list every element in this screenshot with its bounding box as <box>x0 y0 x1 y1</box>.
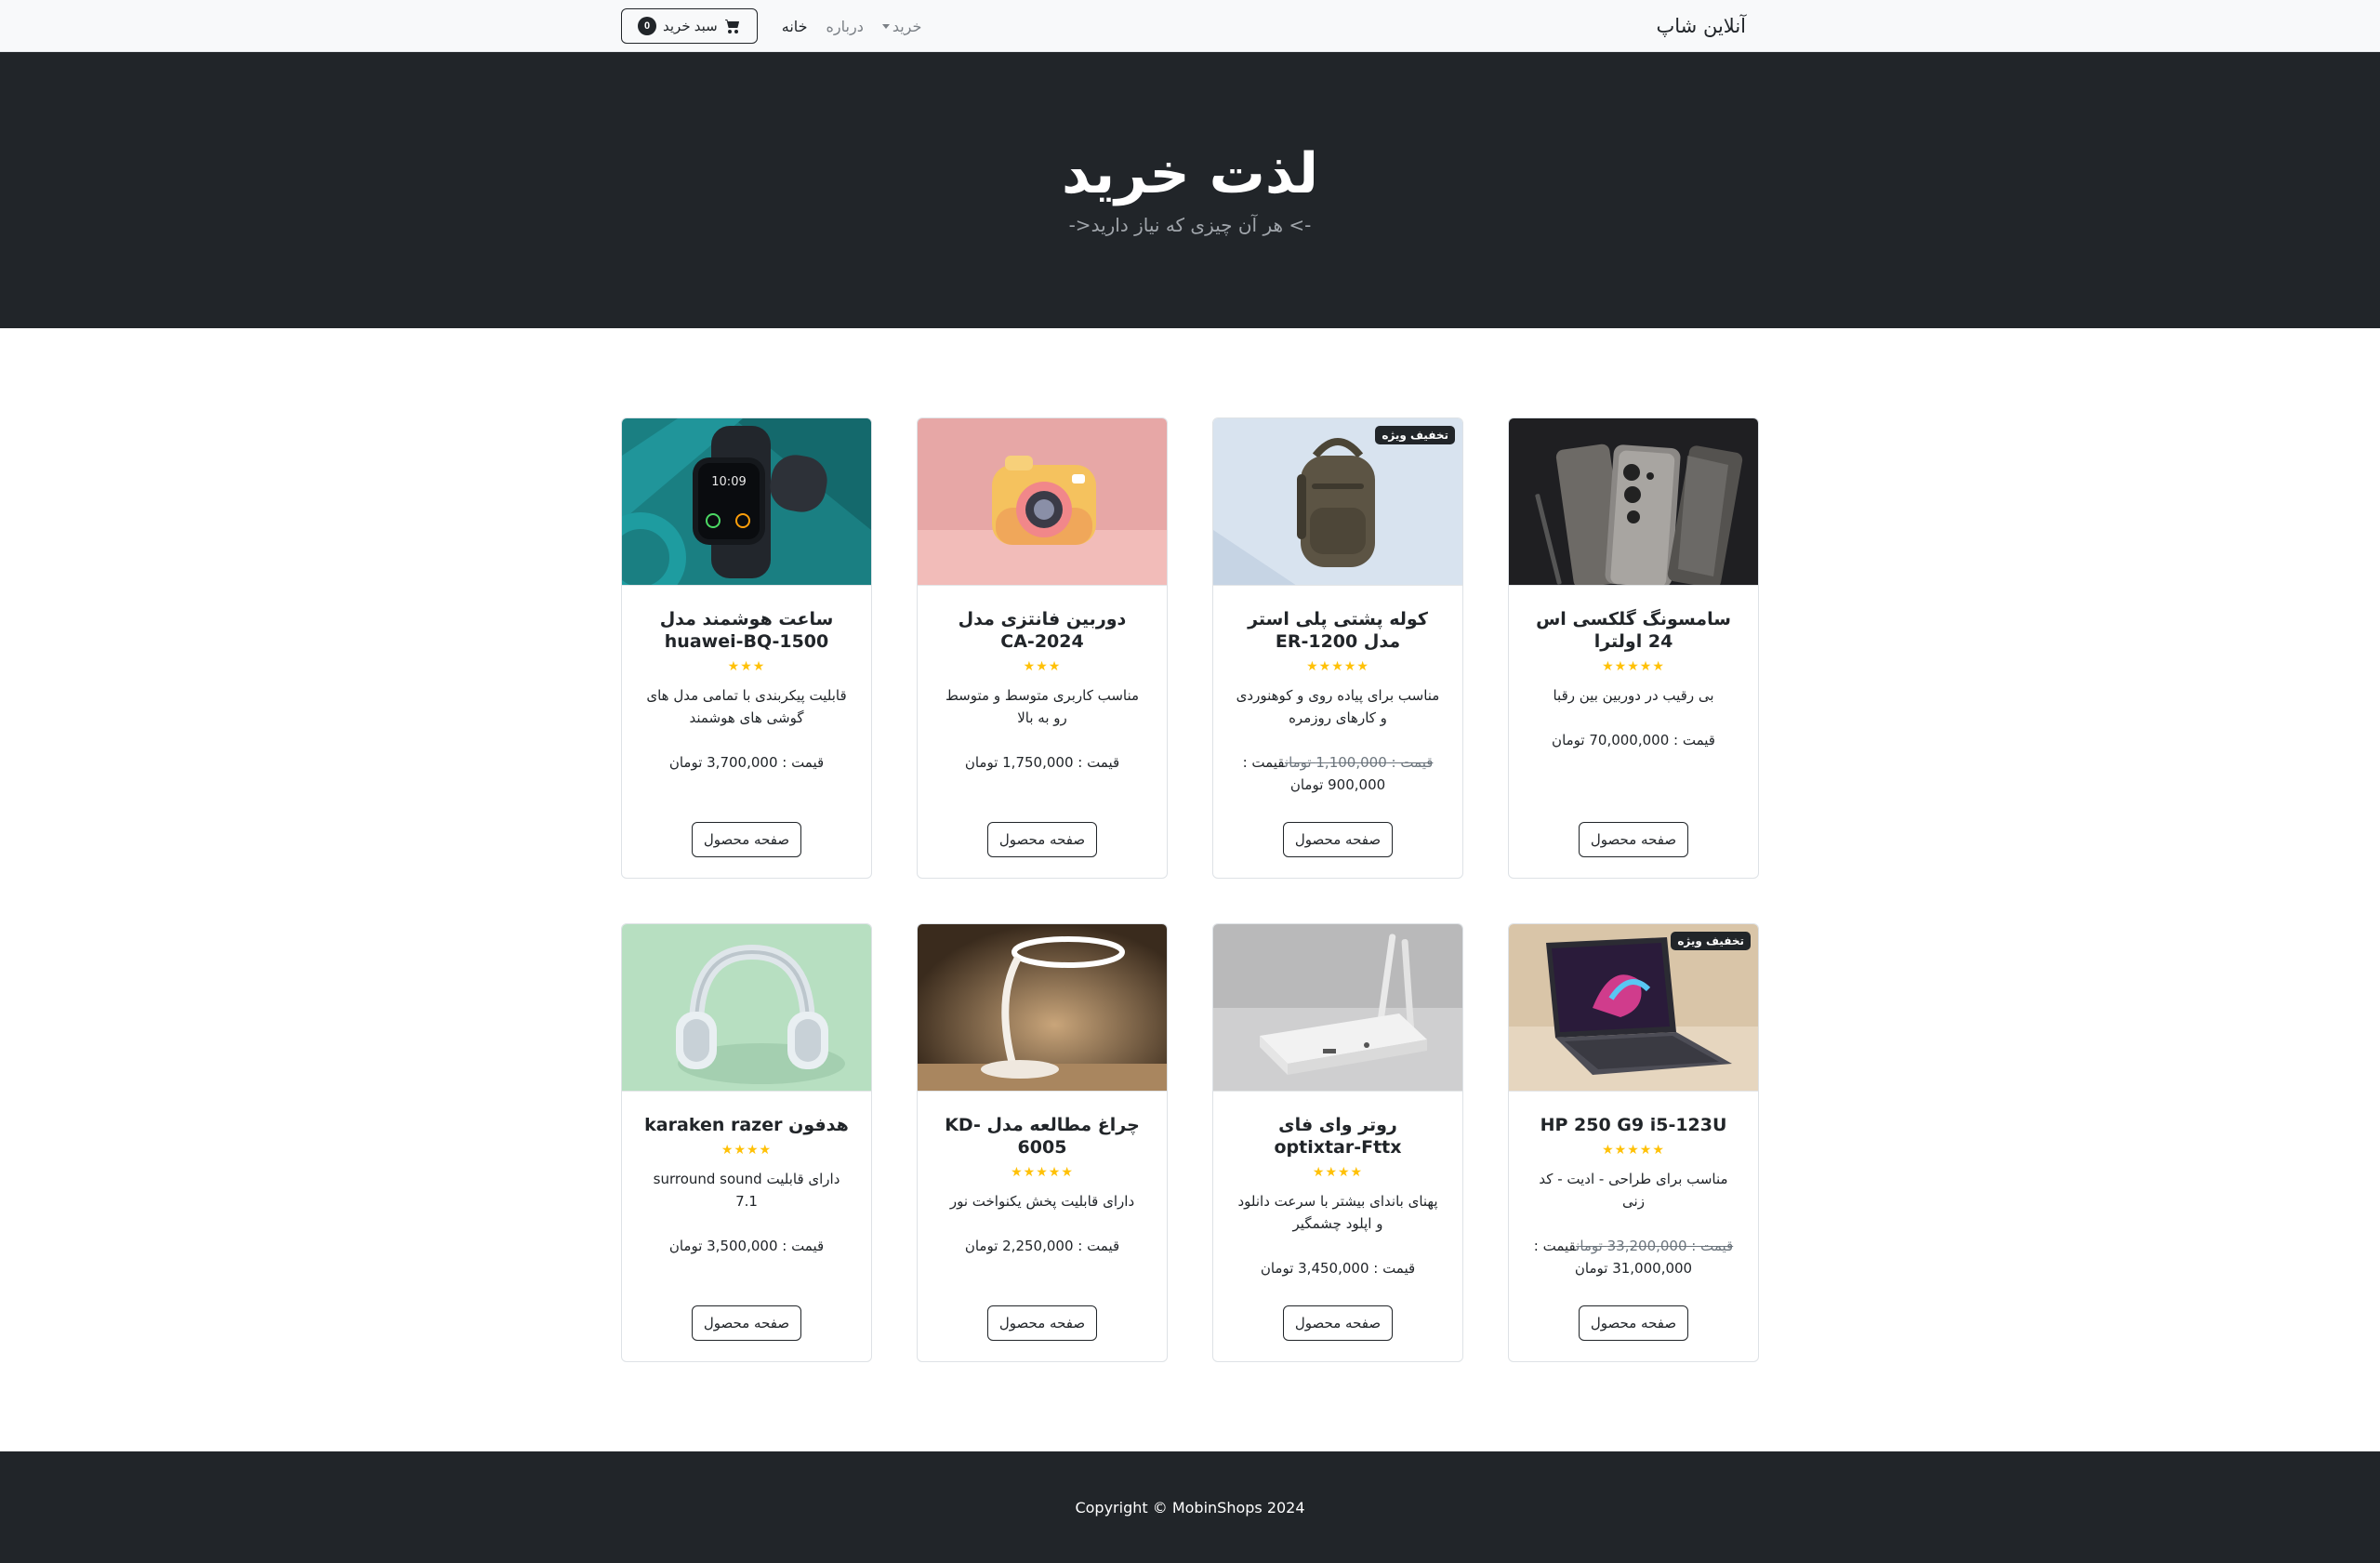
hero-subtitle: -> هر آن چیزی که نیاز دارید<- <box>1068 214 1312 236</box>
product-title: روتر وای فای optixtar-Fttx <box>1274 1115 1402 1158</box>
product-title: کوله پشتی پلی استر مدل ER-1200 <box>1248 609 1428 652</box>
router-image <box>1213 924 1462 1092</box>
nav-link-home[interactable]: خانه <box>782 18 808 35</box>
cart-count-badge: 0 <box>638 17 656 35</box>
product-description: دارای قابلیت surround sound 7.1 <box>653 1171 840 1210</box>
product-card: روتر وای فای optixtar-Fttx ★★★★ پهنای با… <box>1212 923 1463 1362</box>
samsung-phone-image <box>1509 418 1758 586</box>
star-rating: ★★★ <box>1023 659 1062 674</box>
backpack-image: تخفیف ویژه <box>1213 418 1462 586</box>
product-card: دوربین فانتزی مدل CA-2024 ★★★ مناسب کارب… <box>917 417 1168 879</box>
sale-badge: تخفیف ویژه <box>1671 932 1751 950</box>
star-rating: ★★★★ <box>1312 1165 1364 1180</box>
product-description: قابلیت پیکربندی با تمامی مدل های گوشی ها… <box>646 687 847 726</box>
product-card: 10:09 ساعت هوشمند مدل huawei-BQ-1500 ★★★… <box>621 417 872 879</box>
product-price: قیمت : 70,000,000 تومان <box>1531 729 1736 751</box>
nav-dropdown-shop-label: خرید <box>892 17 922 35</box>
star-rating: ★★★★ <box>721 1143 773 1158</box>
product-card: چراغ مطالعه مدل KD-6005 ★★★★★ دارای قابل… <box>917 923 1168 1362</box>
product-price: قیمت : 3,700,000 تومان <box>644 751 849 774</box>
current-price: قیمت : 1,750,000 تومان <box>964 754 1120 771</box>
footer: Copyright © MobinShops 2024 <box>0 1451 2380 1563</box>
headphones-image <box>622 924 871 1092</box>
star-rating: ★★★★★ <box>1011 1165 1074 1180</box>
product-page-button[interactable]: صفحه محصول <box>1282 1305 1394 1341</box>
product-price: قیمت : 3,500,000 تومان <box>644 1235 849 1257</box>
current-price: قیمت : 3,450,000 تومان <box>1260 1260 1416 1277</box>
product-card: تخفیف ویژه کوله پشتی پلی استر مدل ER-120… <box>1212 417 1463 879</box>
cart-button[interactable]: سبد خرید 0 <box>621 8 758 44</box>
star-rating: ★★★ <box>727 659 766 674</box>
hero-title: لذت خرید <box>1061 141 1319 206</box>
old-price: قیمت : 33,200,000 تومان <box>1576 1238 1734 1254</box>
product-page-button[interactable]: صفحه محصول <box>986 822 1098 857</box>
product-price: قیمت : 33,200,000 تومانقیمت : 31,000,000… <box>1531 1235 1736 1279</box>
product-card: سامسونگ گلکسی اس 24 اولترا ★★★★★ بی رقیب… <box>1508 417 1759 879</box>
sale-badge: تخفیف ویژه <box>1375 426 1455 444</box>
svg-text:10:09: 10:09 <box>711 475 746 489</box>
product-description: مناسب کاربری متوسط و متوسط رو به بالا <box>945 687 1140 726</box>
brand-link[interactable]: آنلاین شاپ <box>1657 15 1746 37</box>
product-description: بی رقیب در دوربین بین رقبا <box>1553 687 1714 704</box>
toy-camera-image <box>918 418 1167 586</box>
navbar: آنلاین شاپ خانه درباره خرید سبد خرید 0 <box>0 0 2380 52</box>
current-price: قیمت : 70,000,000 تومان <box>1552 732 1715 748</box>
star-rating: ★★★★★ <box>1602 1143 1665 1158</box>
product-description: مناسب برای پیاده روی و کوهنوردی و کارهای… <box>1236 687 1440 726</box>
current-price: قیمت : 2,250,000 تومان <box>964 1238 1120 1254</box>
product-page-button[interactable]: صفحه محصول <box>986 1305 1098 1341</box>
cart-icon <box>724 20 739 33</box>
product-title: دوربین فانتزی مدل CA-2024 <box>958 609 1127 652</box>
product-card: هدفون karaken razer ★★★★ دارای قابلیت su… <box>621 923 872 1362</box>
product-page-button[interactable]: صفحه محصول <box>1578 1305 1689 1341</box>
product-price: قیمت : 3,450,000 تومان <box>1236 1257 1440 1279</box>
hero-header: لذت خرید -> هر آن چیزی که نیاز دارید<- <box>0 52 2380 328</box>
product-page-button[interactable]: صفحه محصول <box>691 822 802 857</box>
product-description: پهنای باندای بیشتر با سرعت دانلود و اپلو… <box>1237 1193 1438 1232</box>
product-price: قیمت : 1,750,000 تومان <box>940 751 1144 774</box>
product-title: هدفون karaken razer <box>644 1115 849 1135</box>
product-description: مناسب برای طراحی - ادیت - کد زنی <box>1539 1171 1728 1210</box>
cart-label: سبد خرید <box>663 19 718 34</box>
current-price: قیمت : 3,700,000 تومان <box>668 754 825 771</box>
nav-dropdown-shop[interactable]: خرید <box>881 17 922 35</box>
product-card: تخفیف ویژه HP 250 G9 i5-123U ★★★★★ مناسب… <box>1508 923 1759 1362</box>
product-page-button[interactable]: صفحه محصول <box>691 1305 802 1341</box>
nav-link-about[interactable]: درباره <box>826 18 864 35</box>
star-rating: ★★★★★ <box>1306 659 1369 674</box>
desk-lamp-image <box>918 924 1167 1092</box>
product-page-button[interactable]: صفحه محصول <box>1578 822 1689 857</box>
product-price: قیمت : 1,100,000 تومانقیمت : 900,000 توم… <box>1236 751 1440 796</box>
product-title: ساعت هوشمند مدل huawei-BQ-1500 <box>659 609 834 652</box>
laptop-image: تخفیف ویژه <box>1509 924 1758 1092</box>
smartwatch-image: 10:09 <box>622 418 871 586</box>
old-price: قیمت : 1,100,000 تومان <box>1284 754 1434 771</box>
product-page-button[interactable]: صفحه محصول <box>1282 822 1394 857</box>
product-description: دارای قابلیت پخش یکنواخت نور <box>949 1193 1135 1210</box>
product-grid: سامسونگ گلکسی اس 24 اولترا ★★★★★ بی رقیب… <box>621 417 1759 1362</box>
product-title: HP 250 G9 i5-123U <box>1540 1115 1727 1135</box>
star-rating: ★★★★★ <box>1602 659 1665 674</box>
product-price: قیمت : 2,250,000 تومان <box>940 1235 1144 1257</box>
copyright-text: Copyright © MobinShops 2024 <box>1075 1498 1305 1517</box>
current-price: قیمت : 3,500,000 تومان <box>668 1238 825 1254</box>
caret-down-icon <box>881 23 890 29</box>
nav-links: خانه درباره خرید <box>782 18 922 35</box>
navbar-menu: خانه درباره خرید سبد خرید 0 <box>621 8 921 44</box>
product-title: چراغ مطالعه مدل KD-6005 <box>945 1115 1140 1158</box>
product-title: سامسونگ گلکسی اس 24 اولترا <box>1536 609 1731 652</box>
navbar-container: آنلاین شاپ خانه درباره خرید سبد خرید 0 <box>621 0 1746 52</box>
